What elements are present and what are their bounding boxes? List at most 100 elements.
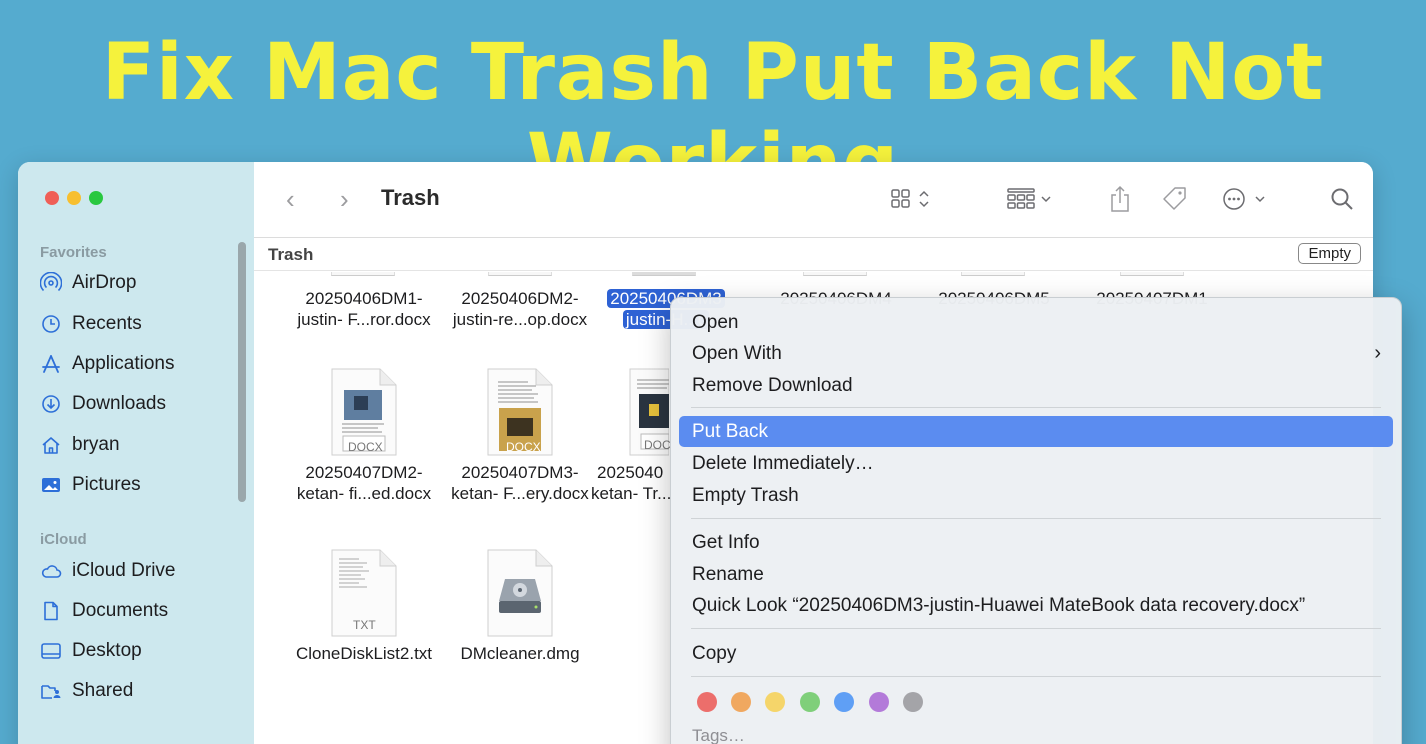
docx-file-icon: DOCX: [329, 368, 399, 456]
sidebar-item-airdrop[interactable]: AirDrop: [40, 272, 136, 294]
sidebar-item-label: Documents: [72, 600, 169, 621]
sidebar-item-shared[interactable]: Shared: [40, 680, 133, 702]
menu-item-put-back[interactable]: Put Back: [679, 416, 1393, 447]
cloud-icon: [41, 565, 62, 578]
tag-blue[interactable]: [834, 692, 854, 712]
group-button[interactable]: [1006, 184, 1056, 222]
sidebar-item-bryan[interactable]: bryan: [40, 434, 120, 456]
empty-trash-button[interactable]: Empty: [1298, 243, 1361, 264]
file-item[interactable]: TXT CloneDiskList2.txt: [284, 549, 444, 664]
toolbar: ‹ › Trash: [254, 162, 1373, 238]
close-button[interactable]: [45, 191, 59, 205]
sidebar-item-desktop[interactable]: Desktop: [40, 640, 142, 662]
file-icon-partial: [488, 272, 552, 276]
file-name-line: 20250406DM1-: [305, 289, 423, 308]
menu-item-label: Open With: [692, 343, 782, 364]
grid-view-icon: [891, 189, 929, 208]
forward-chevron-icon[interactable]: ›: [340, 184, 349, 214]
file-item[interactable]: DOCX 20250407DM3- ketan- F...ery.docx: [440, 368, 600, 504]
tag-orange[interactable]: [731, 692, 751, 712]
back-chevron-icon[interactable]: ‹: [286, 184, 295, 214]
menu-separator: [691, 407, 1381, 408]
file-name-line: ketan- fi...ed.docx: [296, 484, 432, 503]
desktop-icon: [41, 643, 61, 659]
tag-icon: [1163, 187, 1186, 210]
file-item[interactable]: 20250406DM2- justin-re...op.docx: [440, 288, 600, 330]
view-mode-button[interactable]: [890, 184, 940, 222]
applications-icon: [42, 355, 60, 373]
sidebar-item-label: Pictures: [72, 474, 141, 495]
ellipsis-circle-icon: [1223, 188, 1265, 210]
menu-item-remove-download[interactable]: Remove Download: [679, 370, 1393, 401]
file-type-badge: DOCX: [348, 440, 383, 454]
sidebar-item-documents[interactable]: Documents: [40, 600, 168, 622]
context-menu: Open Open With › Remove Download Put Bac…: [670, 297, 1402, 744]
search-icon: [1331, 188, 1353, 210]
file-item[interactable]: DMcleaner.dmg: [440, 549, 600, 664]
file-icon-partial: [632, 272, 696, 276]
path-bar: Trash Empty: [254, 238, 1373, 271]
menu-item-empty-trash[interactable]: Empty Trash: [679, 480, 1393, 511]
file-name-line: 20250407DM2-: [305, 463, 423, 482]
file-icon-partial: [1120, 272, 1184, 276]
file-type-badge: DOCX: [506, 440, 541, 454]
sidebar-item-icloud-drive[interactable]: iCloud Drive: [40, 560, 175, 582]
home-icon: [42, 437, 60, 454]
menu-item-open[interactable]: Open: [679, 307, 1393, 338]
menu-item-get-info[interactable]: Get Info: [679, 527, 1393, 558]
sidebar-item-label: Desktop: [72, 640, 142, 661]
menu-item-copy[interactable]: Copy: [679, 638, 1393, 669]
path-bar-label: Trash: [268, 245, 314, 264]
zoom-button[interactable]: [89, 191, 103, 205]
file-icon-partial: [331, 272, 395, 276]
share-button[interactable]: [1108, 184, 1132, 222]
menu-item-tags[interactable]: Tags…: [692, 726, 745, 744]
sidebar-item-label: Shared: [72, 680, 134, 701]
menu-item-delete-immediately[interactable]: Delete Immediately…: [679, 448, 1393, 479]
menu-item-quick-look[interactable]: Quick Look “20250406DM3-justin-Huawei Ma…: [679, 590, 1393, 621]
sidebar-item-recents[interactable]: Recents: [40, 313, 142, 335]
sidebar-item-label: bryan: [72, 434, 120, 455]
file-icon-partial: [803, 272, 867, 276]
sidebar-scrollbar[interactable]: [238, 242, 246, 502]
download-icon: [42, 395, 60, 413]
file-item[interactable]: DOCX 20250407DM2- ketan- fi...ed.docx: [284, 368, 444, 504]
more-actions-button[interactable]: [1222, 184, 1278, 222]
clock-icon: [42, 315, 60, 333]
minimize-button[interactable]: [67, 191, 81, 205]
txt-file-icon: TXT: [329, 549, 399, 637]
file-name-line: DMcleaner.dmg: [460, 644, 580, 663]
sidebar-item-pictures[interactable]: Pictures: [40, 474, 141, 496]
sidebar-item-label: Recents: [72, 313, 142, 334]
disk-image-icon: [485, 549, 555, 637]
menu-item-rename[interactable]: Rename: [679, 559, 1393, 590]
icloud-heading: iCloud: [40, 531, 87, 548]
file-name-line: CloneDiskList2.txt: [295, 644, 433, 663]
file-type-badge: DOC: [644, 438, 671, 452]
sidebar: Favorites AirDrop Recents Applications D…: [18, 162, 254, 744]
tag-red[interactable]: [697, 692, 717, 712]
tag-green[interactable]: [800, 692, 820, 712]
file-type-badge: TXT: [353, 618, 376, 632]
file-name-line: justin- F...ror.docx: [297, 310, 431, 329]
tag-yellow[interactable]: [765, 692, 785, 712]
airdrop-icon: [40, 272, 62, 292]
tag-gray[interactable]: [903, 692, 923, 712]
menu-separator: [691, 676, 1381, 677]
group-by-icon: [1007, 188, 1051, 209]
file-item[interactable]: 20250406DM1- justin- F...ror.docx: [284, 288, 444, 330]
tag-purple[interactable]: [869, 692, 889, 712]
menu-separator: [691, 518, 1381, 519]
sidebar-item-downloads[interactable]: Downloads: [40, 393, 166, 415]
shared-folder-icon: [41, 685, 61, 699]
menu-separator: [691, 628, 1381, 629]
favorites-heading: Favorites: [40, 244, 107, 261]
file-name-line: justin-re...op.docx: [452, 310, 588, 329]
docx-file-icon: DOCX: [485, 368, 555, 456]
tags-button[interactable]: [1160, 184, 1190, 222]
search-button[interactable]: [1330, 184, 1356, 222]
sidebar-item-label: AirDrop: [72, 272, 137, 293]
menu-item-open-with[interactable]: Open With ›: [679, 338, 1393, 369]
file-name-line: ketan- F...ery.docx: [451, 484, 589, 503]
sidebar-item-applications[interactable]: Applications: [40, 353, 174, 375]
